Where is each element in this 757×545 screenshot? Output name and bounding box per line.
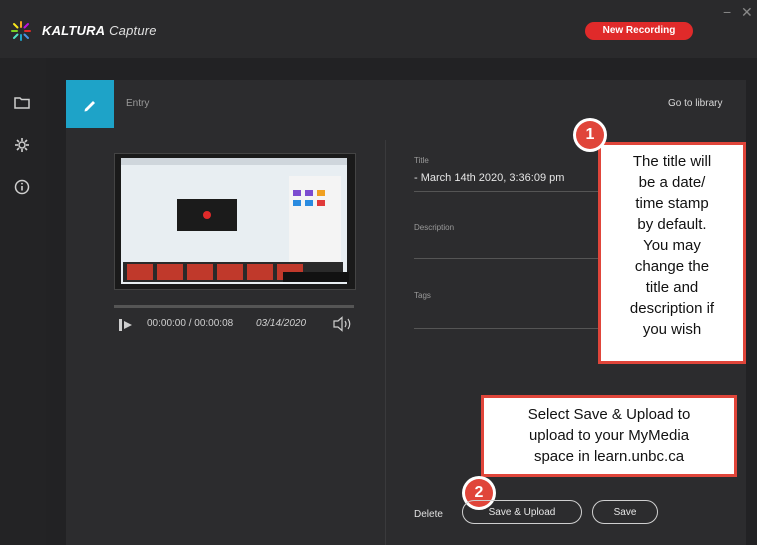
new-recording-button[interactable]: New Recording <box>585 22 693 40</box>
callout1-line: you wish <box>642 321 702 338</box>
title-bar: KALTURA Capture New Recording − ✕ <box>0 0 757 58</box>
description-label: Description <box>414 223 455 232</box>
save-button[interactable]: Save <box>592 500 658 524</box>
callout1-line: The title will <box>632 153 712 170</box>
callout1-line: by default. <box>637 216 707 233</box>
save-tip-callout: Select Save & Upload to upload to your M… <box>481 395 737 477</box>
brand-name: KALTURA <box>42 23 106 38</box>
trim-icon[interactable] <box>118 318 134 332</box>
title-label: Title <box>414 156 429 165</box>
recording-thumbnail <box>115 154 355 289</box>
callout1-line: title and <box>645 279 699 296</box>
save-and-upload-button[interactable]: Save & Upload <box>462 500 582 524</box>
info-icon[interactable] <box>13 178 31 196</box>
pencil-icon <box>84 101 95 112</box>
go-to-library-link[interactable]: Go to library <box>668 98 722 109</box>
panel-divider <box>385 140 386 545</box>
app-brand: KALTURA Capture <box>42 23 157 38</box>
callout1-line: description if <box>629 300 715 317</box>
tags-label: Tags <box>414 291 431 300</box>
playback-progress-bar[interactable] <box>114 305 354 308</box>
title-tip-callout: The title will be a date/ time stamp by … <box>598 142 746 364</box>
volume-icon[interactable] <box>332 316 354 332</box>
title-field[interactable]: - March 14th 2020, 3:36:09 pm <box>414 172 564 184</box>
close-window-button[interactable]: ✕ <box>741 4 753 21</box>
video-preview[interactable] <box>114 153 356 290</box>
minimize-button[interactable]: − <box>723 4 731 20</box>
recording-date: 03/14/2020 <box>256 318 307 329</box>
kaltura-logo-icon <box>11 21 31 41</box>
folder-icon[interactable] <box>13 94 31 112</box>
callout2-line: space in learn.unbc.ca <box>533 448 685 465</box>
delete-button[interactable]: Delete <box>414 509 443 520</box>
callout1-line: be a date/ <box>638 174 706 191</box>
callout1-line: change the <box>634 258 710 275</box>
gear-icon[interactable] <box>13 136 31 154</box>
brand-product: Capture <box>105 23 157 38</box>
callout2-line: upload to your MyMedia <box>528 427 690 444</box>
callout2-line: Select Save & Upload to <box>527 406 691 423</box>
callout1-line: You may <box>643 237 701 254</box>
playback-time: 00:00:00 / 00:00:08 <box>147 318 234 329</box>
sidebar <box>0 58 46 545</box>
entry-label: Entry <box>126 98 150 109</box>
step-1-badge: 1 <box>576 121 604 149</box>
callout1-line: time stamp <box>635 195 709 212</box>
edit-entry-tab[interactable] <box>66 80 114 128</box>
